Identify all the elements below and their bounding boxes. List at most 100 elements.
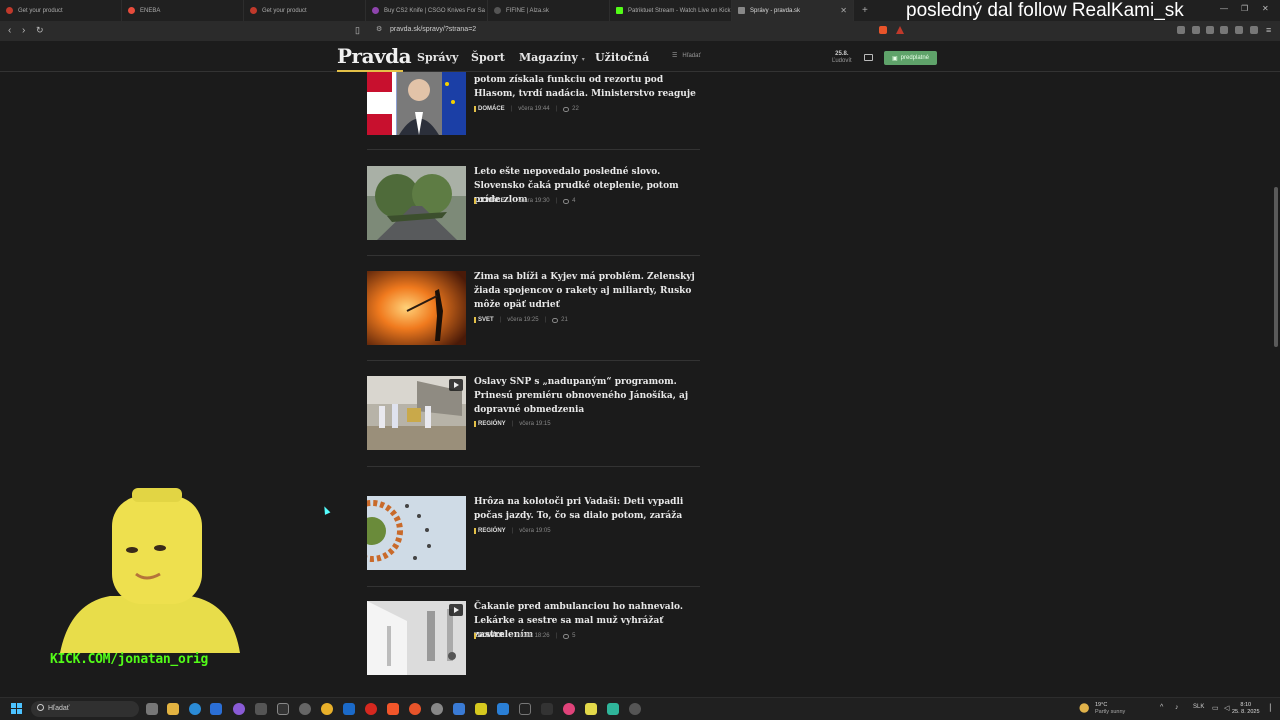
article-thumbnail[interactable]: [367, 601, 466, 675]
app-icon[interactable]: [607, 703, 619, 715]
article-category[interactable]: SVET: [474, 317, 494, 323]
chevron-up-icon[interactable]: ^: [1160, 704, 1163, 711]
steam-icon[interactable]: [343, 703, 355, 715]
site-search[interactable]: ☰ Hľadať: [672, 52, 782, 64]
article-item[interactable]: Leto ešte nepovedalo posledné slovo. Slo…: [367, 166, 702, 258]
app-icon[interactable]: [519, 703, 531, 715]
weather-widget[interactable]: 19°C Partly sunny: [1095, 702, 1125, 716]
browser-tab-6[interactable]: Patriktuet Stream - Watch Live on Kick: [610, 0, 732, 21]
tv-icon[interactable]: [864, 54, 873, 61]
extension-icon[interactable]: [1177, 26, 1185, 34]
article-headline[interactable]: Oslavy SNP s „nadupaným“ programom. Prin…: [474, 376, 700, 417]
weather-icon[interactable]: [1079, 702, 1092, 714]
tab-close-icon[interactable]: ✕: [840, 6, 847, 15]
article-item[interactable]: Čakanie pred ambulanciou ho nahnevalo. L…: [367, 601, 702, 693]
minimize-icon[interactable]: —: [1220, 4, 1228, 13]
windows-start-icon[interactable]: [11, 703, 23, 715]
article-category[interactable]: REGIÓNY: [474, 528, 506, 534]
app-icon[interactable]: [277, 703, 289, 715]
article-meta: DOMÁCE | včera 19:30 | 4: [474, 198, 576, 204]
extension-icon[interactable]: [1235, 26, 1243, 34]
article-thumbnail[interactable]: [367, 376, 466, 450]
scrollbar-thumb[interactable]: [1274, 187, 1278, 347]
app-icon[interactable]: [563, 703, 575, 715]
mail-icon[interactable]: [210, 703, 222, 715]
task-view-icon[interactable]: [146, 703, 158, 715]
article-category[interactable]: REGIÓNY: [474, 421, 506, 427]
article-item[interactable]: Hrôza na kolotoči pri Vadaši: Deti vypad…: [367, 496, 702, 588]
taskbar-clock[interactable]: 8:10 25. 8. 2025: [1232, 702, 1260, 716]
app-icon[interactable]: [453, 703, 465, 715]
app-icon[interactable]: [541, 703, 553, 715]
nav-sport[interactable]: Šport: [471, 51, 505, 64]
nav-spravy[interactable]: Správy: [417, 51, 458, 64]
volume-icon[interactable]: ◁: [1224, 704, 1229, 712]
wallet-icon[interactable]: [1220, 26, 1228, 34]
app-icon[interactable]: [497, 703, 509, 715]
browser-tab-2[interactable]: ENEBA: [122, 0, 244, 21]
menu-icon[interactable]: ≡: [1266, 25, 1271, 35]
taskbar-search[interactable]: Hľadať: [31, 701, 139, 717]
article-headline[interactable]: Zima sa blíži a Kyjev má problém. Zelens…: [474, 271, 700, 312]
browser-tab-1[interactable]: Get your product: [0, 0, 122, 21]
url-input[interactable]: pravda.sk/spravy/?strana=2: [390, 26, 476, 33]
article-headline[interactable]: Hrôza na kolotoči pri Vadaši: Deti vypad…: [474, 496, 700, 524]
file-explorer-icon[interactable]: [167, 703, 179, 715]
new-tab-button[interactable]: +: [854, 0, 876, 21]
back-icon[interactable]: ‹: [8, 25, 11, 36]
site-logo[interactable]: Pravda: [337, 44, 412, 68]
article-headline[interactable]: potom získala funkciu od rezortu pod Hla…: [474, 74, 700, 102]
article-thumbnail[interactable]: [367, 72, 466, 135]
article-category[interactable]: DOMÁCE: [474, 106, 505, 112]
bookmark-icon[interactable]: ▯: [355, 25, 360, 36]
article-time: včera 19:25: [507, 317, 539, 323]
vpn-icon[interactable]: [1250, 26, 1258, 34]
settings-icon[interactable]: [431, 703, 443, 715]
opera-icon[interactable]: [365, 703, 377, 715]
article-category[interactable]: DOMÁCE: [474, 633, 505, 639]
article-time: včera 18:26: [518, 633, 550, 639]
browser-tab-4[interactable]: Buy CS2 Knife | CSGO Knives For Sa: [366, 0, 488, 21]
forward-icon[interactable]: ›: [22, 25, 25, 36]
app-icon[interactable]: [475, 703, 487, 715]
article-comments[interactable]: 4: [572, 198, 575, 204]
page-scrollbar[interactable]: [1272, 72, 1280, 696]
article-comments[interactable]: 22: [572, 106, 579, 112]
reload-icon[interactable]: ↻: [36, 25, 44, 36]
app-icon[interactable]: [233, 703, 245, 715]
chrome-icon[interactable]: [321, 703, 333, 715]
browser-tab-3[interactable]: Get your product: [244, 0, 366, 21]
article-comments[interactable]: 5: [572, 633, 575, 639]
app-icon[interactable]: [585, 703, 597, 715]
language-indicator[interactable]: SLK: [1193, 704, 1204, 710]
subscribe-button[interactable]: ▣ predplatné: [884, 51, 937, 65]
brave-icon[interactable]: [387, 703, 399, 715]
rewards-icon[interactable]: [896, 26, 904, 34]
close-window-icon[interactable]: ✕: [1262, 4, 1269, 13]
article-item[interactable]: potom získala funkciu od rezortu pod Hla…: [367, 72, 702, 152]
article-thumbnail[interactable]: [367, 496, 466, 570]
network-icon[interactable]: ▭: [1212, 704, 1219, 712]
calculator-icon[interactable]: [255, 703, 267, 715]
restore-icon[interactable]: ❐: [1241, 4, 1248, 13]
article-item[interactable]: Zima sa blíži a Kyjev má problém. Zelens…: [367, 271, 702, 363]
browser-tab-5[interactable]: FIFINE | Alza.sk: [488, 0, 610, 21]
obs-icon[interactable]: [629, 703, 641, 715]
sidebar-icon[interactable]: [1206, 26, 1214, 34]
edge-icon[interactable]: [189, 703, 201, 715]
article-thumbnail[interactable]: [367, 271, 466, 345]
site-info-icon[interactable]: ⚙: [376, 25, 382, 33]
nav-magaziny[interactable]: Magazíny ▾: [519, 51, 585, 64]
extension-icon[interactable]: [1192, 26, 1200, 34]
article-item[interactable]: Oslavy SNP s „nadupaným“ programom. Prin…: [367, 376, 702, 468]
notification-icon[interactable]: ▏: [1270, 704, 1275, 712]
app-icon[interactable]: [409, 703, 421, 715]
microphone-icon[interactable]: ♪: [1175, 704, 1179, 711]
brave-shield-icon[interactable]: [879, 26, 887, 34]
article-thumbnail[interactable]: [367, 166, 466, 240]
app-icon[interactable]: [299, 703, 311, 715]
article-category[interactable]: DOMÁCE: [474, 198, 505, 204]
nav-uzitocna[interactable]: Užitočná: [595, 51, 649, 64]
browser-tab-7-active[interactable]: Správy - pravda.sk ✕: [732, 0, 854, 21]
article-comments[interactable]: 21: [561, 317, 568, 323]
